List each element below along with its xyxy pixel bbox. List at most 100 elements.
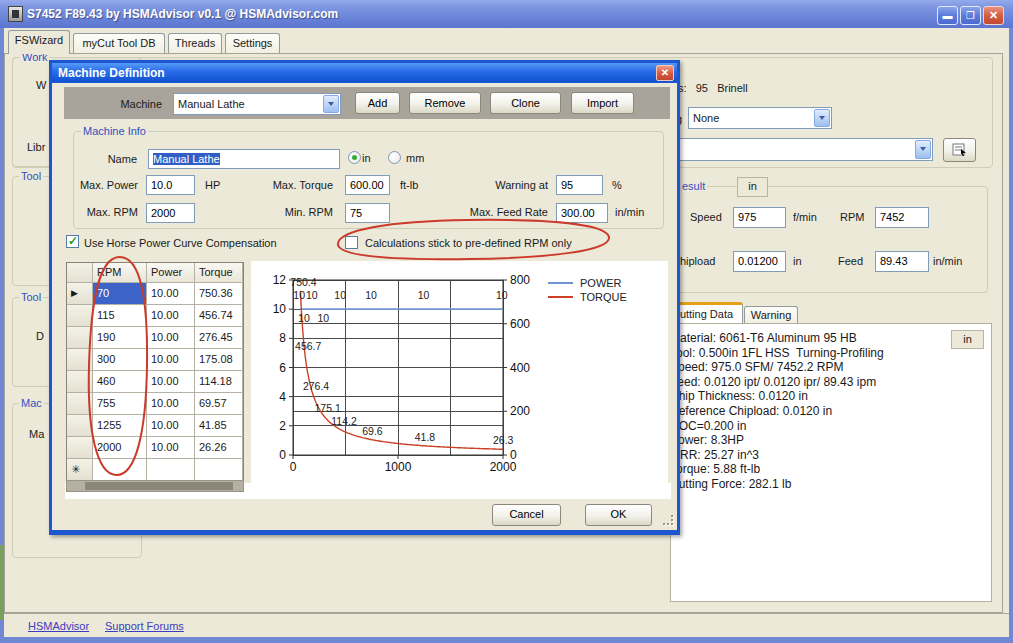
- table-scrollbar[interactable]: [66, 480, 244, 492]
- dialog-close-button[interactable]: ✕: [656, 65, 674, 81]
- table-cell[interactable]: 10.00: [147, 283, 195, 305]
- radio-in[interactable]: [348, 151, 361, 164]
- table-cell[interactable]: 2000: [93, 437, 147, 459]
- window-border-right: [1009, 28, 1013, 643]
- table-cell[interactable]: 10.00: [147, 371, 195, 393]
- feed-field[interactable]: 89.43: [875, 251, 929, 272]
- row-selector[interactable]: [67, 371, 93, 393]
- support-forums-link[interactable]: Support Forums: [105, 620, 184, 632]
- table-cell[interactable]: 10.00: [147, 349, 195, 371]
- table-cell[interactable]: 190: [93, 327, 147, 349]
- maximize-button[interactable]: ❒: [960, 6, 981, 25]
- row-selector[interactable]: [67, 437, 93, 459]
- table-cell[interactable]: 26.26: [195, 437, 243, 459]
- svg-text:2: 2: [279, 419, 286, 433]
- remove-button[interactable]: Remove: [409, 92, 481, 114]
- machine-select[interactable]: Manual Lathe: [173, 93, 341, 115]
- column-header-rpm[interactable]: RPM: [93, 263, 147, 283]
- table-scrollbar-thumb[interactable]: [85, 482, 233, 490]
- tab-threads[interactable]: Threads: [168, 33, 222, 54]
- import-button[interactable]: Import: [571, 92, 634, 114]
- table-cell[interactable]: 300: [93, 349, 147, 371]
- table-cell[interactable]: 69.57: [195, 393, 243, 415]
- clone-button[interactable]: Clone: [490, 92, 561, 114]
- row-selector[interactable]: [67, 415, 93, 437]
- svg-text:TORQUE: TORQUE: [580, 291, 627, 303]
- stick-rpm-checkbox[interactable]: [345, 236, 358, 249]
- max-rpm-field[interactable]: 2000: [146, 203, 195, 223]
- tab-settings[interactable]: Settings: [225, 33, 280, 54]
- name-field[interactable]: Manual Lathe: [148, 149, 340, 169]
- svg-text:41.8: 41.8: [415, 431, 436, 443]
- resize-grip[interactable]: [663, 515, 675, 527]
- tab-warning[interactable]: Warning: [744, 306, 798, 324]
- svg-text:400: 400: [510, 361, 530, 375]
- hsmadvisor-link[interactable]: HSMAdvisor: [28, 620, 89, 632]
- new-row-selector[interactable]: ✳: [67, 459, 93, 481]
- table-cell[interactable]: 456.74: [195, 305, 243, 327]
- chevron-down-icon[interactable]: [323, 95, 339, 113]
- table-cell[interactable]: 10.00: [147, 305, 195, 327]
- rpm-field[interactable]: 7452: [875, 207, 929, 228]
- table-cell[interactable]: 10.00: [147, 327, 195, 349]
- chevron-down-icon[interactable]: [814, 109, 830, 127]
- max-feed-label: Max. Feed Rate: [464, 206, 548, 218]
- warning-unit: %: [612, 179, 622, 191]
- speed-field[interactable]: 975: [733, 207, 786, 228]
- material-select[interactable]: [660, 138, 933, 161]
- row-selector[interactable]: [67, 327, 93, 349]
- chipload-field[interactable]: 0.01200: [733, 251, 786, 272]
- tab-mycut-tool-db[interactable]: myCut Tool DB: [73, 33, 165, 54]
- warning-field[interactable]: 95: [556, 175, 603, 195]
- app-icon: [8, 6, 23, 22]
- table-row: ▶7010.00750.36: [67, 283, 243, 305]
- svg-text:4: 4: [279, 390, 286, 404]
- max-torque-field[interactable]: 600.00: [345, 175, 390, 195]
- close-button[interactable]: ✕: [983, 6, 1004, 25]
- radio-mm[interactable]: [388, 151, 401, 164]
- row-selector[interactable]: [67, 305, 93, 327]
- chevron-down-icon[interactable]: [915, 140, 931, 159]
- material-picker-button[interactable]: [943, 138, 976, 162]
- tab-fswizard[interactable]: FSWizard: [8, 30, 70, 54]
- radio-in-label: in: [362, 152, 371, 164]
- ok-button[interactable]: OK: [585, 504, 652, 526]
- tab-cutting-data[interactable]: utting Data: [670, 302, 743, 324]
- cancel-button[interactable]: Cancel: [492, 504, 561, 526]
- max-feed-field[interactable]: 300.00: [556, 203, 608, 223]
- table-cell[interactable]: 115: [93, 305, 147, 327]
- feed-unit: in/min: [933, 255, 962, 267]
- left-field-label: Ma: [29, 428, 44, 440]
- row-selector[interactable]: ▶: [67, 283, 93, 305]
- stick-rpm-checkbox-label: Calculations stick to pre-defined RPM on…: [365, 237, 572, 249]
- coating-select[interactable]: None: [688, 107, 832, 129]
- table-cell[interactable]: 276.45: [195, 327, 243, 349]
- table-row: 19010.00276.45: [67, 327, 243, 349]
- table-cell[interactable]: 41.85: [195, 415, 243, 437]
- table-cell[interactable]: 10.00: [147, 437, 195, 459]
- list-cursor-icon: [952, 143, 968, 157]
- table-cell[interactable]: 460: [93, 371, 147, 393]
- svg-text:10: 10: [418, 289, 430, 301]
- dialog-titlebar[interactable]: Machine Definition ✕: [52, 63, 677, 83]
- table-cell[interactable]: 1255: [93, 415, 147, 437]
- hp-curve-checkbox[interactable]: ✓: [66, 235, 79, 248]
- minimize-button[interactable]: ▬: [937, 6, 958, 25]
- table-cell[interactable]: 10.00: [147, 415, 195, 437]
- min-rpm-field[interactable]: 75: [345, 203, 390, 223]
- table-cell[interactable]: 175.08: [195, 349, 243, 371]
- column-header-torque[interactable]: Torque: [195, 263, 243, 283]
- table-cell[interactable]: 114.18: [195, 371, 243, 393]
- table-cell[interactable]: 10.00: [147, 393, 195, 415]
- max-power-field[interactable]: 10.0: [146, 175, 195, 195]
- svg-text:276.4: 276.4: [303, 380, 329, 392]
- row-selector[interactable]: [67, 393, 93, 415]
- row-selector[interactable]: [67, 349, 93, 371]
- column-header-power[interactable]: Power: [147, 263, 195, 283]
- add-button[interactable]: Add: [355, 92, 400, 114]
- table-cell[interactable]: 70: [93, 283, 147, 305]
- table-row: 30010.00175.08: [67, 349, 243, 371]
- cutting-data-panel: Material: 6061-T6 Aluminum 95 HBTool: 0.…: [670, 323, 992, 602]
- table-cell[interactable]: 750.36: [195, 283, 243, 305]
- table-cell[interactable]: 755: [93, 393, 147, 415]
